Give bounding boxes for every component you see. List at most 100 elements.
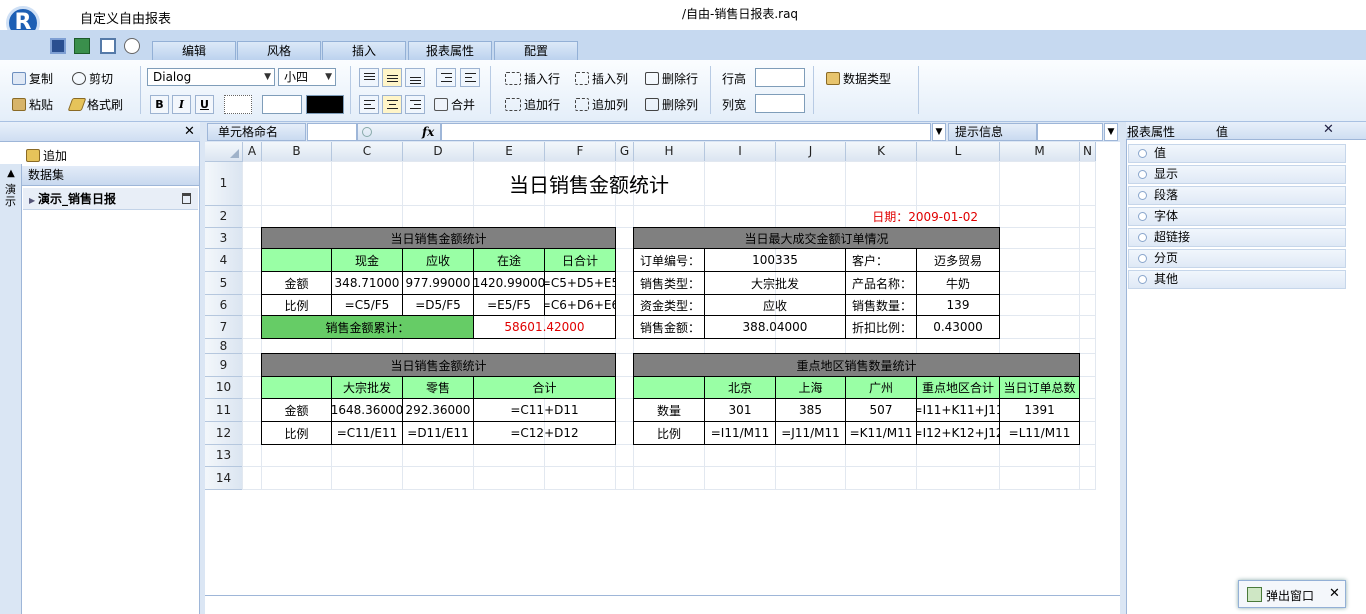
t4-header[interactable]: 重点地区销售数量统计 bbox=[633, 353, 1080, 377]
row-header-13[interactable]: 13 bbox=[205, 445, 243, 467]
column-header-a[interactable]: A bbox=[243, 142, 262, 162]
t3-corner[interactable] bbox=[261, 376, 332, 399]
t1-amount-cell[interactable]: =C5+D5+E5 bbox=[544, 271, 616, 295]
cell-name-input[interactable] bbox=[307, 123, 357, 141]
align-bottom-button[interactable] bbox=[405, 68, 425, 87]
t2-value[interactable]: 0.43000 bbox=[916, 315, 1000, 339]
t3-cell[interactable]: 292.36000 bbox=[402, 398, 474, 422]
column-header-b[interactable]: B bbox=[262, 142, 332, 162]
dataset-item[interactable]: ▶ 演示_销售日报 bbox=[23, 188, 198, 210]
t4-cell[interactable]: =I11/M11 bbox=[704, 421, 776, 445]
column-header-i[interactable]: I bbox=[705, 142, 776, 162]
hint-expand-icon[interactable]: ▼ bbox=[1104, 123, 1118, 141]
row-header-5[interactable]: 5 bbox=[205, 272, 243, 295]
tab-style[interactable]: 风格 bbox=[237, 41, 321, 60]
t1-ratio-cell[interactable]: =C6+D6+E6 bbox=[544, 294, 616, 316]
align-top-button[interactable] bbox=[359, 68, 379, 87]
insert-row-button[interactable]: 插入行 bbox=[505, 70, 560, 87]
property-group[interactable]: 超链接 bbox=[1128, 228, 1346, 247]
font-color-picker[interactable] bbox=[306, 95, 344, 114]
t3-cell[interactable]: =D11/E11 bbox=[402, 421, 474, 445]
t1-header[interactable]: 当日销售金额统计 bbox=[261, 227, 616, 249]
t2-label[interactable]: 销售数量： bbox=[845, 294, 917, 316]
tab-insert[interactable]: 插入 bbox=[322, 41, 406, 60]
t1-amount-cell[interactable]: 1420.99000 bbox=[473, 271, 545, 295]
font-name-select[interactable]: Dialog ▼ bbox=[147, 68, 275, 86]
t1-col-header[interactable]: 日合计 bbox=[544, 248, 616, 272]
column-header-h[interactable]: H bbox=[634, 142, 705, 162]
column-header-n[interactable]: N bbox=[1080, 142, 1096, 162]
t3-col-header[interactable]: 零售 bbox=[402, 376, 474, 399]
t2-value[interactable]: 应收 bbox=[704, 294, 846, 316]
t2-value[interactable]: 迈多贸易 bbox=[916, 248, 1000, 272]
t1-amount-cell[interactable]: 348.71000 bbox=[331, 271, 403, 295]
t2-label[interactable]: 资金类型： bbox=[633, 294, 705, 316]
align-center-button[interactable] bbox=[382, 95, 402, 114]
font-size-select[interactable]: 小四 ▼ bbox=[278, 68, 336, 86]
t1-ratio-cell[interactable]: =C5/F5 bbox=[331, 294, 403, 316]
copy-button[interactable]: 复制 bbox=[12, 70, 53, 87]
t1-col-header[interactable]: 现金 bbox=[331, 248, 403, 272]
row-header-3[interactable]: 3 bbox=[205, 228, 243, 249]
underline-button[interactable]: U bbox=[195, 95, 214, 114]
t4-row-label[interactable]: 比例 bbox=[633, 421, 705, 445]
column-header-c[interactable]: C bbox=[332, 142, 403, 162]
formula-input[interactable] bbox=[441, 123, 931, 141]
cut-button[interactable]: 剪切 bbox=[72, 70, 113, 87]
t2-value[interactable]: 牛奶 bbox=[916, 271, 1000, 295]
tab-config[interactable]: 配置 bbox=[494, 41, 578, 60]
t2-value[interactable]: 388.04000 bbox=[704, 315, 846, 339]
t1-col-header[interactable]: 应收 bbox=[402, 248, 474, 272]
t3-row-label[interactable]: 金额 bbox=[261, 398, 332, 422]
function-button[interactable]: fx bbox=[357, 123, 441, 141]
t2-label[interactable]: 客户： bbox=[845, 248, 917, 272]
column-header-j[interactable]: J bbox=[776, 142, 846, 162]
indent-decrease-button[interactable] bbox=[436, 68, 456, 87]
popup-window-button[interactable]: 弹出窗口 ✕ bbox=[1238, 580, 1346, 608]
hint-input[interactable] bbox=[1037, 123, 1103, 141]
t1-amount-label[interactable]: 金额 bbox=[261, 271, 332, 295]
t3-row-label[interactable]: 比例 bbox=[261, 421, 332, 445]
insert-column-button[interactable]: 插入列 bbox=[575, 70, 628, 87]
select-all-corner[interactable] bbox=[205, 142, 243, 162]
t2-value[interactable]: 大宗批发 bbox=[704, 271, 846, 295]
t2-value[interactable]: 139 bbox=[916, 294, 1000, 316]
preview-icon[interactable] bbox=[100, 38, 116, 54]
t4-cell[interactable]: =J11/M11 bbox=[775, 421, 846, 445]
t3-cell[interactable]: =C11/E11 bbox=[331, 421, 403, 445]
append-column-button[interactable]: 追加列 bbox=[575, 96, 628, 113]
t1-amount-cell[interactable]: 977.99000 bbox=[402, 271, 474, 295]
close-icon[interactable]: ✕ bbox=[1329, 586, 1340, 601]
vertical-tab-demo[interactable] bbox=[0, 164, 22, 614]
column-header-e[interactable]: E bbox=[474, 142, 545, 162]
t1-cumulative-label[interactable]: 销售金额累计： bbox=[261, 315, 474, 339]
t1-ratio-cell[interactable]: =E5/F5 bbox=[473, 294, 545, 316]
row-header-11[interactable]: 11 bbox=[205, 399, 243, 422]
row-header-1[interactable]: 1 bbox=[205, 162, 243, 206]
data-type-button[interactable]: 数据类型 bbox=[826, 70, 891, 87]
t4-cell[interactable]: 507 bbox=[845, 398, 917, 422]
t4-cell[interactable]: 1391 bbox=[999, 398, 1080, 422]
t4-cell[interactable]: =I11+K11+J11 bbox=[916, 398, 1000, 422]
column-width-input[interactable] bbox=[755, 94, 805, 113]
t4-cell[interactable]: =I12+K12+J12 bbox=[916, 421, 1000, 445]
t1-corner[interactable] bbox=[261, 248, 332, 272]
indent-increase-button[interactable] bbox=[460, 68, 480, 87]
delete-row-button[interactable]: 删除行 bbox=[645, 70, 698, 87]
report-date[interactable]: 日期：2009-01-02 bbox=[775, 205, 1000, 228]
row-header-10[interactable]: 10 bbox=[205, 377, 243, 399]
property-group[interactable]: 分页 bbox=[1128, 249, 1346, 268]
close-icon[interactable]: ✕ bbox=[1323, 122, 1334, 137]
paste-button[interactable]: 粘贴 bbox=[12, 96, 53, 113]
column-header-g[interactable]: G bbox=[616, 142, 634, 162]
property-group[interactable]: 值 bbox=[1128, 144, 1346, 163]
t3-cell[interactable]: =C11+D11 bbox=[473, 398, 616, 422]
formula-expand-icon[interactable]: ▼ bbox=[932, 123, 946, 141]
t4-col-header[interactable]: 重点地区合计 bbox=[916, 376, 1000, 399]
row-header-7[interactable]: 7 bbox=[205, 316, 243, 339]
row-header-2[interactable]: 2 bbox=[205, 206, 243, 228]
tab-report-properties[interactable]: 报表属性 bbox=[408, 41, 492, 60]
property-group[interactable]: 段落 bbox=[1128, 186, 1346, 205]
t1-col-header[interactable]: 在途 bbox=[473, 248, 545, 272]
add-dataset-button[interactable]: 追加 bbox=[26, 147, 67, 164]
